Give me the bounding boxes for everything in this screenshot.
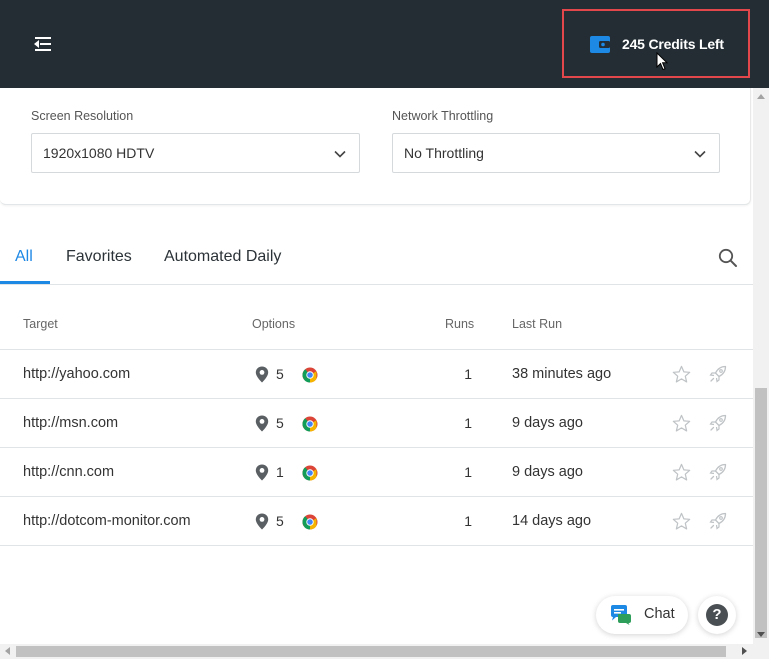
last-run-time: 9 days ago (512, 415, 583, 431)
rocket-icon[interactable] (709, 365, 727, 383)
vertical-scrollbar[interactable] (753, 88, 769, 644)
active-tab-indicator (0, 281, 50, 284)
location-pin-icon (255, 366, 269, 383)
target-url[interactable]: http://msn.com (23, 415, 118, 431)
rocket-icon[interactable] (709, 463, 727, 481)
favorite-star-icon[interactable] (672, 463, 691, 482)
favorite-star-icon[interactable] (672, 414, 691, 433)
help-icon: ? (706, 604, 728, 626)
horizontal-scrollbar[interactable] (0, 644, 769, 659)
menu-collapse-icon[interactable] (31, 34, 55, 54)
chat-icon (610, 605, 632, 625)
tab-automated-daily[interactable]: Automated Daily (164, 248, 281, 266)
table-row[interactable]: http://cnn.com 1 1 9 days ago (0, 448, 753, 497)
column-target: Target (23, 317, 58, 331)
wallet-icon (590, 36, 610, 53)
screen-resolution-value: 1920x1080 HDTV (43, 145, 155, 161)
column-options: Options (252, 317, 296, 331)
last-run-time: 14 days ago (512, 513, 592, 529)
tab-favorites[interactable]: Favorites (66, 248, 132, 266)
rocket-icon[interactable] (709, 414, 727, 432)
chevron-down-icon (694, 150, 706, 158)
table-row[interactable]: http://msn.com 5 1 9 days ago (0, 399, 753, 448)
network-throttling-label: Network Throttling (392, 109, 494, 123)
location-count: 5 (276, 366, 284, 382)
chevron-down-icon (334, 150, 346, 158)
table-row[interactable]: http://dotcom-monitor.com 5 1 14 days ag… (0, 497, 753, 546)
location-pin-icon (255, 513, 269, 530)
chrome-icon (302, 465, 318, 481)
screen-resolution-select[interactable]: 1920x1080 HDTV (31, 133, 360, 173)
run-count: 1 (464, 513, 472, 529)
scroll-left-arrow-icon[interactable] (5, 647, 10, 655)
column-last-run: Last Run (512, 317, 563, 331)
location-count: 1 (276, 464, 284, 480)
vertical-scroll-thumb[interactable] (755, 388, 767, 638)
last-run-time: 38 minutes ago (512, 366, 612, 382)
tab-all[interactable]: All (15, 248, 33, 266)
scroll-down-arrow-icon[interactable] (757, 632, 765, 637)
location-pin-icon (255, 464, 269, 481)
last-run-time: 9 days ago (512, 464, 583, 480)
chat-button[interactable]: Chat (596, 596, 688, 634)
location-pin-icon (255, 415, 269, 432)
mouse-cursor-icon (656, 51, 669, 72)
main-content: Screen Resolution 1920x1080 HDTV Network… (0, 88, 753, 644)
chrome-icon (302, 367, 318, 383)
favorite-star-icon[interactable] (672, 512, 691, 531)
location-count: 5 (276, 415, 284, 431)
network-throttling-select[interactable]: No Throttling (392, 133, 720, 173)
run-count: 1 (464, 366, 472, 382)
location-count: 5 (276, 513, 284, 529)
scroll-right-arrow-icon[interactable] (742, 647, 747, 655)
chrome-icon (302, 514, 318, 530)
run-count: 1 (464, 415, 472, 431)
tab-bar: All Favorites Automated Daily (0, 228, 753, 285)
test-settings-card: Screen Resolution 1920x1080 HDTV Network… (0, 88, 751, 205)
target-url[interactable]: http://dotcom-monitor.com (23, 513, 191, 529)
table-header: Target Options Runs Last Run (0, 285, 753, 350)
rocket-icon[interactable] (709, 512, 727, 530)
screen-resolution-label: Screen Resolution (31, 109, 134, 123)
scroll-up-arrow-icon[interactable] (757, 94, 765, 99)
column-runs: Runs (445, 317, 475, 331)
favorite-star-icon[interactable] (672, 365, 691, 384)
target-url[interactable]: http://yahoo.com (23, 366, 130, 382)
horizontal-scroll-thumb[interactable] (16, 646, 726, 657)
credits-label: 245 Credits Left (622, 36, 724, 52)
target-url[interactable]: http://cnn.com (23, 464, 114, 480)
table-row[interactable]: http://yahoo.com 5 1 38 minutes ago (0, 350, 753, 399)
run-count: 1 (464, 464, 472, 480)
chat-label: Chat (644, 606, 675, 622)
help-button[interactable]: ? (698, 596, 736, 634)
network-throttling-value: No Throttling (404, 145, 484, 161)
chrome-icon (302, 416, 318, 432)
search-icon[interactable] (718, 248, 738, 268)
